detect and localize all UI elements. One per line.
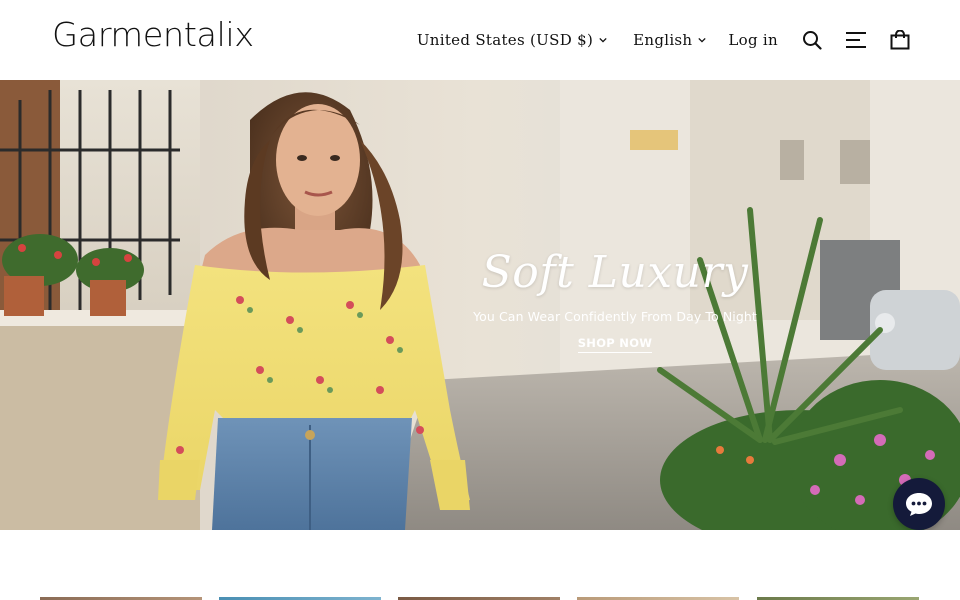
site-header: Garmentalix United States (USD $) Englis… (0, 0, 960, 80)
chat-bubble-icon (906, 493, 932, 516)
country-selector-label: United States (USD $) (416, 31, 594, 49)
cart-icon[interactable] (888, 28, 912, 52)
search-icon[interactable] (800, 28, 824, 52)
login-link[interactable]: Log in (728, 31, 778, 49)
hero-banner: Soft Luxury You Can Wear Confidently Fro… (0, 80, 960, 530)
language-selector[interactable]: English (633, 31, 707, 49)
language-selector-label: English (633, 31, 693, 49)
hero-subtitle: You Can Wear Confidently From Day To Nig… (473, 308, 757, 324)
chat-button[interactable] (893, 478, 945, 530)
hero-title: Soft Luxury (481, 247, 749, 298)
shop-now-link[interactable]: SHOP NOW (577, 336, 653, 353)
chevron-down-icon (698, 37, 707, 43)
chevron-down-icon (599, 37, 607, 43)
brand-logo[interactable]: Garmentalix (52, 18, 254, 51)
header-nav: United States (USD $) English Log in (417, 26, 912, 54)
hero-content: Soft Luxury You Can Wear Confidently Fro… (460, 247, 770, 353)
collection-strip (0, 530, 960, 600)
menu-icon[interactable] (844, 28, 868, 52)
country-selector[interactable]: United States (USD $) (417, 31, 607, 49)
